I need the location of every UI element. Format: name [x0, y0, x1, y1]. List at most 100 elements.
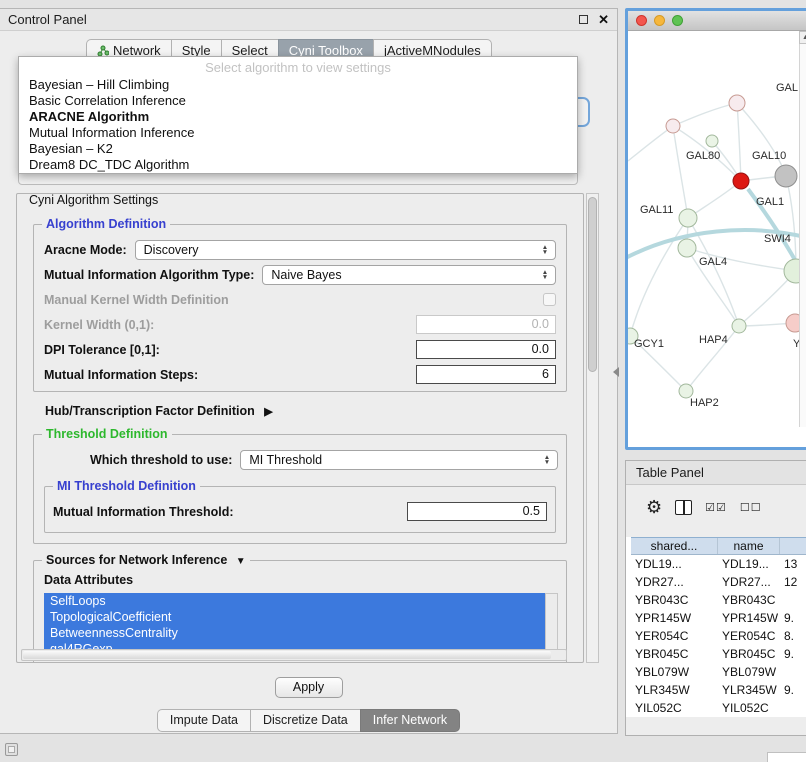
selected-value: MI Threshold — [249, 453, 541, 467]
table-row[interactable]: YDR27...YDR27...12 — [631, 573, 806, 591]
network-node-label: GAL4 — [699, 256, 727, 268]
settings-scroll-area: Algorithm Definition Aracne Mode: Discov… — [17, 202, 583, 662]
network-node[interactable] — [666, 119, 680, 133]
dropdown-hint: Select algorithm to view settings — [19, 59, 577, 77]
tab-discretize-data[interactable]: Discretize Data — [250, 709, 360, 732]
table-cell: YBL079W — [718, 663, 780, 681]
table-panel-titlebar: Table Panel — [626, 461, 806, 485]
network-node[interactable] — [733, 173, 749, 189]
kernel-width-input[interactable]: 0.0 — [416, 315, 556, 334]
network-node[interactable] — [679, 384, 693, 398]
network-view-window: GALGAL80GAL10GAL11GAL1SWI4GAL4GCY1HAP4YH… — [625, 8, 806, 450]
control-panel-window: Control Panel ✕ Network Style Select — [0, 8, 618, 734]
table-row[interactable]: YDL19...YDL19...13 — [631, 555, 806, 573]
window-close-icon[interactable]: ✕ — [598, 14, 609, 26]
attribute-item[interactable]: TopologicalCoefficient — [44, 609, 545, 625]
traffic-light-minimize-icon[interactable] — [654, 15, 665, 26]
network-node[interactable] — [678, 239, 696, 257]
table-row[interactable]: YER054CYER054C8. — [631, 627, 806, 645]
table-row[interactable]: YLR345WYLR345W9. — [631, 681, 806, 699]
column-header[interactable] — [780, 538, 806, 554]
mi-algorithm-type-select[interactable]: Naive Bayes ▲▼ — [262, 265, 556, 285]
algorithm-option[interactable]: Basic Correlation Inference — [19, 93, 577, 109]
scroll-up-icon[interactable]: ▲ — [799, 31, 806, 44]
attribute-item[interactable]: SelfLoops — [44, 593, 545, 609]
column-header[interactable]: shared... — [631, 538, 718, 554]
table-cell — [780, 699, 806, 717]
network-node[interactable] — [729, 95, 745, 111]
network-node-label: GAL1 — [756, 196, 784, 208]
algorithm-option[interactable]: Bayesian – K2 — [19, 141, 577, 157]
algorithm-option[interactable]: Mutual Information Inference — [19, 125, 577, 141]
table-row[interactable]: YIL052CYIL052C — [631, 699, 806, 717]
combo-arrows-icon: ▲▼ — [541, 455, 553, 465]
tab-label: Discretize Data — [263, 713, 348, 727]
settings-vertical-scrollbar[interactable] — [586, 193, 599, 663]
window-title: Control Panel — [8, 12, 579, 27]
algorithm-option[interactable]: Dream8 DC_TDC Algorithm — [19, 157, 577, 173]
table-cell: 9. — [780, 681, 806, 699]
table-cell: 9. — [780, 645, 806, 663]
network-node[interactable] — [706, 135, 718, 147]
network-node-label: GCY1 — [634, 338, 664, 350]
kernel-width-label: Kernel Width (0,1): — [44, 318, 154, 332]
attribute-item[interactable]: BetweennessCentrality — [44, 625, 545, 641]
tab-impute-data[interactable]: Impute Data — [157, 709, 250, 732]
dpi-tolerance-input[interactable]: 0.0 — [416, 340, 556, 359]
column-header[interactable]: name — [718, 538, 780, 554]
table-cell: 9. — [780, 609, 806, 627]
table-cell: YBL079W — [631, 663, 718, 681]
table-cell — [780, 663, 806, 681]
attribute-list-scrollbar[interactable] — [545, 593, 558, 657]
table-cell: YDR27... — [631, 573, 718, 591]
table-cell: YDL19... — [718, 555, 780, 573]
collapsed-panel-icon[interactable] — [5, 743, 18, 756]
corner-panel — [767, 752, 806, 762]
traffic-light-close-icon[interactable] — [636, 15, 647, 26]
mi-steps-input[interactable]: 6 — [416, 365, 556, 384]
network-node-label: HAP2 — [690, 397, 719, 409]
settings-horizontal-scrollbar[interactable] — [21, 649, 567, 661]
network-canvas[interactable]: GALGAL80GAL10GAL11GAL1SWI4GAL4GCY1HAP4YH… — [628, 31, 806, 427]
table-toolbar: ⚙ ☑☑ ☐☐ — [626, 491, 806, 523]
network-node[interactable] — [775, 165, 797, 187]
tab-infer-network[interactable]: Infer Network — [360, 709, 460, 732]
tab-label: Infer Network — [373, 713, 447, 727]
network-edge — [673, 126, 688, 218]
traffic-light-zoom-icon[interactable] — [672, 15, 683, 26]
algorithm-dropdown-popup: Select algorithm to view settings Bayesi… — [18, 56, 578, 174]
aracne-mode-select[interactable]: Discovery ▲▼ — [135, 240, 556, 260]
network-edge — [630, 218, 688, 336]
table-row[interactable]: YBR045CYBR045C9. — [631, 645, 806, 663]
table-row[interactable]: YPR145WYPR145W9. — [631, 609, 806, 627]
which-threshold-select[interactable]: MI Threshold ▲▼ — [240, 450, 558, 470]
sources-expander[interactable]: Sources for Network Inference ▼ — [42, 553, 250, 567]
network-node-label: SWI4 — [764, 233, 791, 245]
selected-value: Naive Bayes — [271, 268, 539, 282]
network-vertical-scrollbar[interactable] — [799, 31, 806, 427]
network-node[interactable] — [679, 209, 697, 227]
table-cell: 8. — [780, 627, 806, 645]
mi-threshold-definition-group: MI Threshold Definition Mutual Informati… — [44, 486, 556, 533]
manual-kernel-checkbox[interactable] — [543, 293, 556, 306]
network-tab-icon — [97, 45, 109, 57]
select-all-columns-icon[interactable]: ☑☑ — [705, 501, 727, 514]
table-cell — [780, 591, 806, 609]
table-row[interactable]: YBL079WYBL079W — [631, 663, 806, 681]
algorithm-option[interactable]: Bayesian – Hill Climbing — [19, 77, 577, 93]
columns-icon[interactable] — [675, 500, 692, 515]
hub-definition-expander[interactable]: Hub/Transcription Factor Definition ▶ — [45, 404, 571, 418]
algorithm-option-list: Bayesian – Hill ClimbingBasic Correlatio… — [19, 77, 577, 173]
splitter-handle-icon[interactable] — [613, 367, 619, 377]
network-node[interactable] — [732, 319, 746, 333]
expanded-arrow-icon: ▼ — [236, 556, 246, 567]
algorithm-option[interactable]: ARACNE Algorithm — [19, 109, 577, 125]
desktop: Control Panel ✕ Network Style Select — [0, 0, 806, 762]
deselect-all-columns-icon[interactable]: ☐☐ — [740, 501, 762, 514]
table-cell: YPR145W — [718, 609, 780, 627]
gear-icon[interactable]: ⚙ — [646, 498, 662, 516]
mi-threshold-input[interactable]: 0.5 — [407, 502, 547, 521]
table-row[interactable]: YBR043CYBR043C — [631, 591, 806, 609]
window-float-icon[interactable] — [579, 15, 588, 24]
apply-button[interactable]: Apply — [275, 677, 343, 698]
